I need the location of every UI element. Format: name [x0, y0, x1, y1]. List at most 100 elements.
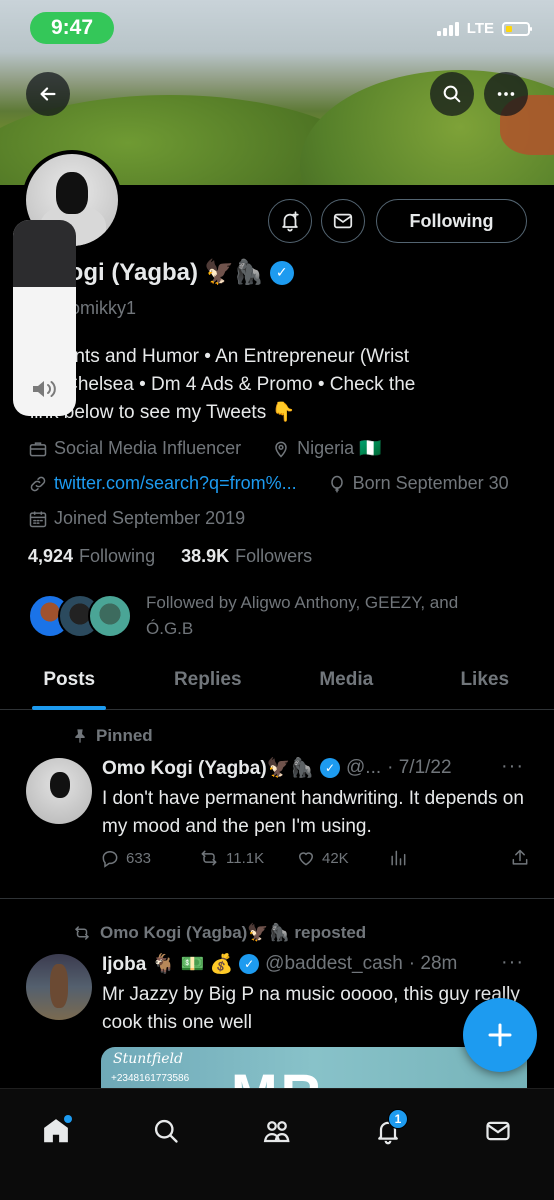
reply-count: 633: [126, 849, 152, 867]
views-button[interactable]: [388, 848, 498, 868]
following-button[interactable]: Following: [376, 199, 527, 243]
profile-location: Nigeria 🇳🇬: [297, 438, 382, 458]
post-handle: @baddest_cash: [265, 953, 403, 974]
network-label: LTE: [466, 20, 494, 37]
profile-meta-row: twitter.com/search?q=from%... Born Septe…: [28, 473, 509, 494]
volume-level-empty: [13, 220, 76, 287]
mutual-avatars: [28, 590, 138, 638]
bio-line: link below to see my Tweets 👇: [30, 402, 296, 423]
avatar-face: [56, 172, 88, 214]
post-item[interactable]: Pinned Omo Kogi (Yagba)🦅🦍 ✓ @... · 7/1/2…: [0, 711, 554, 899]
avatar[interactable]: [26, 758, 92, 824]
tab-replies[interactable]: Replies: [139, 650, 278, 709]
verified-badge-icon: ✓: [269, 260, 294, 285]
like-button[interactable]: 42K: [296, 848, 388, 868]
message-button[interactable]: [321, 199, 365, 243]
post-actions: 633 11.1K 42K: [100, 848, 530, 868]
repost-context: Omo Kogi (Yagba)🦅🦍 reposted: [100, 923, 367, 942]
more-horizontal-icon[interactable]: ···: [501, 951, 524, 974]
repost-count: 11.1K: [226, 849, 265, 867]
followed-by-text: Followed by Aligwo Anthony, GEEZY, and Ó…: [146, 593, 459, 638]
post-author[interactable]: Omo Kogi (Yagba)🦅🦍: [102, 756, 314, 780]
speaker-icon: [33, 381, 56, 397]
followers-label[interactable]: Followers: [235, 546, 312, 567]
profile-bio: e, Bants and Humor • An Entrepreneur (Wr…: [30, 343, 520, 427]
nav-messages[interactable]: [474, 1107, 522, 1155]
profile-meta-row: Social Media Influencer Nigeria 🇳🇬: [28, 438, 382, 459]
link-icon: [30, 476, 46, 491]
more-horizontal-icon[interactable]: ···: [501, 755, 524, 778]
profile-link[interactable]: twitter.com/search?q=from%...: [54, 473, 297, 494]
profile-name-emoji: 🦅🦍: [204, 259, 264, 286]
status-indicators: LTE: [436, 20, 532, 37]
following-count[interactable]: 4,924: [28, 546, 73, 567]
post-header: Omo Kogi (Yagba)🦅🦍 ✓ @... · 7/1/22: [102, 756, 452, 780]
profile-meta-row: Joined September 2019: [28, 508, 245, 529]
more-options-button[interactable]: [484, 72, 528, 116]
post-text: I don't have permanent handwriting. It d…: [102, 788, 524, 837]
briefcase-icon: [29, 441, 47, 456]
mail-icon: [486, 1121, 510, 1141]
arrow-left-icon: [40, 87, 56, 101]
repost-indicator: Omo Kogi (Yagba)🦅🦍 reposted: [72, 923, 366, 943]
nav-notifications[interactable]: 1: [364, 1107, 412, 1155]
plus-icon: [488, 1023, 512, 1047]
reply-icon: [102, 850, 118, 868]
post-date: · 7/1/22: [387, 757, 452, 778]
nav-communities[interactable]: [253, 1107, 301, 1155]
post-date: · 28m: [408, 953, 458, 974]
tab-posts[interactable]: Posts: [0, 650, 139, 709]
pin-icon: [75, 729, 85, 743]
share-button[interactable]: [510, 848, 530, 868]
mail-icon: [333, 213, 353, 229]
status-time: 9:47: [30, 12, 114, 44]
notifications-toggle-button[interactable]: [268, 199, 312, 243]
search-button[interactable]: [430, 72, 474, 116]
repost-icon: [75, 926, 89, 940]
following-label[interactable]: Following: [79, 546, 155, 567]
pinned-indicator: Pinned: [72, 726, 153, 746]
follow-counts: 4,924 Following 38.9K Followers: [28, 546, 312, 567]
avatar: [88, 594, 132, 638]
profile-birthday: Born September 30: [352, 473, 509, 493]
profile-joined: Joined September 2019: [54, 508, 246, 528]
media-brand: Stuntfield: [113, 1051, 183, 1067]
post-handle: @...: [346, 757, 382, 778]
repost-icon: [201, 850, 217, 866]
followed-by[interactable]: Followed by Aligwo Anthony, GEEZY, and Ó…: [28, 590, 506, 642]
bio-line: e, Bants and Humor • An Entrepreneur (Wr…: [30, 346, 410, 367]
like-count: 42K: [322, 849, 349, 867]
profile-tabs: Posts Replies Media Likes: [0, 650, 554, 710]
bottom-navigation: 1: [0, 1088, 554, 1200]
communities-icon: [263, 1121, 290, 1143]
back-button[interactable]: [26, 72, 70, 116]
compose-button[interactable]: [463, 998, 537, 1072]
more-horizontal-icon: [497, 92, 515, 96]
location-pin-icon: [275, 441, 287, 458]
volume-hud[interactable]: [13, 220, 76, 416]
heart-icon: [298, 852, 314, 866]
reply-button[interactable]: 633: [100, 848, 198, 868]
media-phone: +2348161773586: [111, 1073, 190, 1084]
tab-likes[interactable]: Likes: [416, 650, 554, 709]
battery-icon: [502, 21, 532, 36]
bell-plus-icon: [282, 211, 299, 232]
post-item[interactable]: Omo Kogi (Yagba)🦅🦍 reposted Ijoba 🐐 💵 💰 …: [0, 899, 554, 1107]
share-icon: [512, 849, 528, 865]
search-icon: [154, 1119, 178, 1143]
pinned-label: Pinned: [96, 726, 153, 745]
signal-icon: [436, 21, 459, 36]
avatar[interactable]: [26, 954, 92, 1020]
calendar-icon: [29, 511, 47, 527]
nav-home[interactable]: [32, 1107, 80, 1155]
nav-search[interactable]: [142, 1107, 190, 1155]
search-icon: [443, 85, 461, 103]
notification-badge: 1: [388, 1109, 408, 1129]
post-header: Ijoba 🐐 💵 💰 ✓ @baddest_cash · 28m: [102, 952, 457, 976]
unread-dot: [64, 1115, 72, 1123]
repost-button[interactable]: 11.1K: [198, 848, 296, 868]
followers-count[interactable]: 38.9K: [181, 546, 229, 567]
post-author[interactable]: Ijoba 🐐 💵 💰: [102, 952, 233, 976]
tab-media[interactable]: Media: [277, 650, 416, 709]
verified-badge-icon: ✓: [239, 954, 260, 974]
